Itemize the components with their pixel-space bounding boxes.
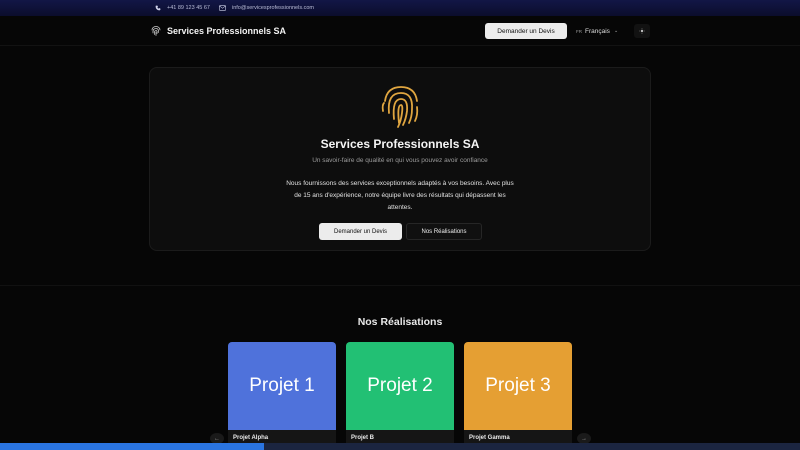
portfolio-title: Nos Réalisations	[357, 316, 443, 328]
phone-icon	[155, 5, 161, 11]
project-thumbnail-label: Projet 3	[485, 375, 551, 396]
main-navigation: Services Professionnels SA Demander un D…	[0, 16, 800, 46]
project-caption: Projet Gamma	[469, 435, 510, 441]
request-quote-button[interactable]: Demander un Devis	[485, 23, 567, 39]
hero-portfolio-button[interactable]: Nos Réalisations	[406, 223, 482, 240]
hero-subtitle: Un savoir-faire de qualité en qui vous p…	[312, 157, 488, 164]
email-address: info@servicesprofessionnels.com	[232, 5, 315, 11]
page-progress-fill	[0, 443, 264, 450]
hero-request-quote-button[interactable]: Demander un Devis	[319, 223, 402, 240]
hero-title: Services Professionnels SA	[320, 137, 480, 151]
fingerprint-icon	[151, 26, 161, 36]
nav-divider	[0, 45, 800, 46]
project-thumbnail: Projet 2	[346, 342, 454, 430]
phone-number: +41 89 123 45 67	[167, 5, 210, 11]
hero-description: Nous fournissons des services exceptionn…	[286, 180, 514, 211]
mail-icon	[219, 5, 226, 11]
project-thumbnail: Projet 1	[228, 342, 336, 430]
language-label: Français	[585, 27, 610, 35]
project-caption: Projet Alpha	[233, 435, 269, 441]
project-card[interactable]: Projet 2 Projet B	[346, 342, 454, 450]
project-thumbnail-label: Projet 1	[249, 375, 315, 396]
project-card[interactable]: Projet 1 Projet Alpha	[228, 342, 336, 450]
language-code: FR	[576, 28, 582, 34]
phone-contact[interactable]: +41 89 123 45 67	[155, 0, 210, 16]
project-caption: Projet B	[351, 435, 375, 441]
contact-bar: +41 89 123 45 67 info@servicesprofession…	[0, 0, 800, 16]
brand-logo[interactable]: Services Professionnels SA	[150, 22, 286, 40]
page-progress-bar	[0, 443, 800, 450]
arrow-right-icon: →	[581, 435, 587, 442]
chevron-down-icon: ⌄	[613, 28, 619, 34]
section-divider	[0, 285, 800, 286]
theme-toggle-button[interactable]	[634, 24, 650, 38]
project-thumbnail-label: Projet 2	[367, 375, 433, 396]
arrow-left-icon: ←	[214, 435, 220, 442]
language-selector[interactable]: FR Français ⌄	[576, 23, 618, 39]
project-card[interactable]: Projet 3 Projet Gamma	[464, 342, 572, 450]
brand-name: Services Professionnels SA	[167, 26, 287, 36]
fingerprint-icon	[381, 86, 419, 128]
project-thumbnail: Projet 3	[464, 342, 572, 430]
email-contact[interactable]: info@servicesprofessionnels.com	[219, 0, 314, 16]
sun-icon	[639, 28, 645, 34]
